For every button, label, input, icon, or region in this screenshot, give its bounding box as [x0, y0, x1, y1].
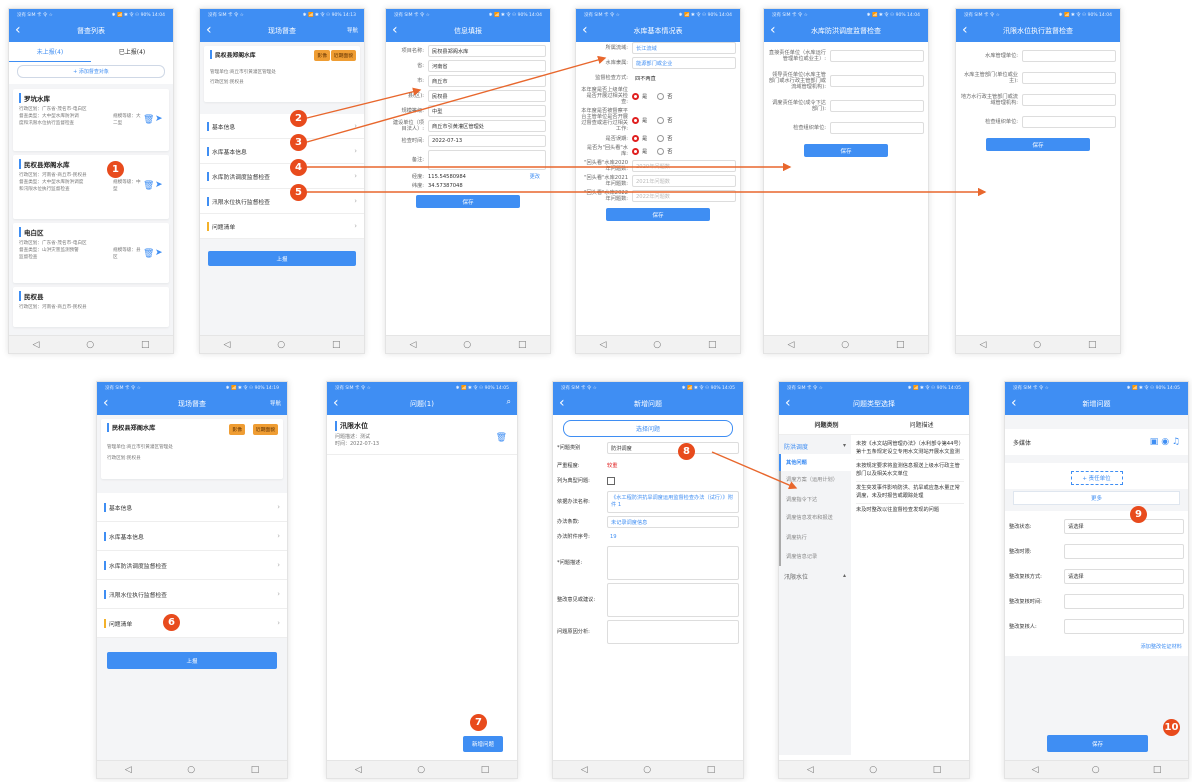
step-badge-5: 5: [290, 184, 307, 201]
step-badge-1: 1: [107, 161, 124, 178]
step-badge-6: 6: [163, 614, 180, 631]
step-badge-4: 4: [290, 159, 307, 176]
arrow-2: [306, 87, 422, 119]
step-badge-2: 2: [290, 110, 307, 127]
arrow-overlay: [306, 55, 987, 490]
arrow-8: [711, 451, 798, 490]
arrow-3: [306, 55, 607, 143]
step-badge-8: 8: [678, 443, 695, 460]
step-badge-7: 7: [470, 714, 487, 731]
step-badge-10: 10: [1163, 719, 1180, 736]
step-badge-3: 3: [290, 134, 307, 151]
tutorial-collage: 1 2 3 4 5 6 7 8 9 10 没有 SIM 卡 令 ☆ ✱ 📶 ✱ 令…: [0, 0, 1192, 782]
step-badge-9: 9: [1130, 506, 1147, 523]
